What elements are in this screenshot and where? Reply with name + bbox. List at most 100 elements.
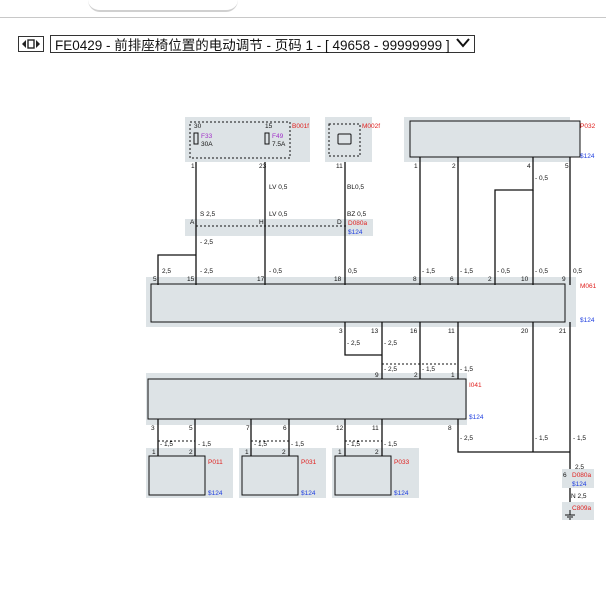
p011-ref: $124 bbox=[208, 490, 223, 497]
wire-label-m061-17: - 0,5 bbox=[269, 268, 282, 275]
wire-label-p011-1: - 1,5 bbox=[160, 441, 173, 448]
wire-label-lv-top: LV 0,5 bbox=[269, 184, 288, 191]
m061-pin-9: 9 bbox=[562, 276, 566, 283]
d080a-pin-d: D bbox=[337, 219, 342, 226]
p032-pin-5: 5 bbox=[565, 163, 569, 170]
m061-pin-20: 20 bbox=[521, 328, 529, 335]
p031-pin-1: 1 bbox=[245, 449, 249, 456]
wire-label-m061-2: - 0,5 bbox=[497, 268, 510, 275]
wire-label-bz: BZ 0,5 bbox=[347, 211, 367, 218]
m061-pin-10: 10 bbox=[521, 276, 529, 283]
b001f-fuse2-pin: 15 bbox=[265, 123, 273, 130]
p031-frame bbox=[241, 455, 299, 496]
m061-pin-5: 5 bbox=[153, 276, 157, 283]
c809a-label: C809a bbox=[572, 505, 592, 512]
i041-pin-8: 8 bbox=[448, 425, 452, 432]
p011-label: P011 bbox=[208, 459, 223, 466]
p031-pin-2: 2 bbox=[282, 449, 286, 456]
wire-label-p033-1: - 1,5 bbox=[347, 441, 360, 448]
p033-ref: $124 bbox=[394, 490, 409, 497]
b001f-pin-1: 1 bbox=[191, 163, 195, 170]
wire-label-m061-5: 2,5 bbox=[162, 268, 171, 275]
wire-label-m061-3: - 2,5 bbox=[347, 340, 360, 347]
i041-pin-3: 3 bbox=[151, 425, 155, 432]
wire-label-n25: N 2,5 bbox=[571, 493, 587, 500]
p032-label: P032 bbox=[580, 123, 596, 130]
m002f-label: M002f bbox=[362, 123, 380, 130]
b001f-fuse1-pin: 30 bbox=[194, 123, 202, 130]
wire-label-m061-10: - 0,5 bbox=[535, 268, 548, 275]
d080a-ground-label: D080a bbox=[572, 472, 592, 479]
d080a-pin-h: H bbox=[259, 219, 264, 226]
wire-label-m061-18: 0,5 bbox=[348, 268, 357, 275]
wire-label-i041-9: - 2,5 bbox=[384, 366, 397, 373]
d080a-label: D080a bbox=[348, 220, 368, 227]
i041-ref: $124 bbox=[469, 414, 484, 421]
wire-label-s25: S 2,5 bbox=[200, 211, 216, 218]
p032-pin-4: 4 bbox=[527, 163, 531, 170]
i041-pin-11: 11 bbox=[372, 425, 379, 432]
m061-pin-11: 11 bbox=[448, 328, 455, 335]
i041-label: I041 bbox=[469, 382, 482, 389]
p031-ref: $124 bbox=[301, 490, 316, 497]
m061-pin-21: 21 bbox=[559, 328, 567, 335]
i041-pin-5: 5 bbox=[189, 425, 193, 432]
wire-label-m061-6: - 1,5 bbox=[460, 268, 473, 275]
wire-label-i041-1: - 1,5 bbox=[460, 366, 473, 373]
m061-pin-2: 2 bbox=[488, 276, 492, 283]
wire-label-m061-21: - 1,5 bbox=[573, 435, 586, 442]
i041-pin-1: 1 bbox=[451, 372, 455, 379]
wire-label-i041-2: - 1,5 bbox=[422, 366, 435, 373]
i041-pin-7: 7 bbox=[246, 425, 250, 432]
i041-frame bbox=[147, 378, 467, 420]
wire-label-p033-2: - 1,5 bbox=[384, 441, 397, 448]
m061-pin-16: 16 bbox=[410, 328, 418, 335]
b001f-label: B001f bbox=[292, 123, 309, 130]
wire-label-25-a: - 2,5 bbox=[200, 239, 213, 246]
wire-label-bl: BL0,5 bbox=[347, 184, 364, 191]
d080a-ground-ref: $124 bbox=[572, 481, 587, 488]
p031-label: P031 bbox=[301, 459, 317, 466]
d080a-ref: $124 bbox=[348, 229, 363, 236]
m061-label: M061 bbox=[580, 283, 597, 290]
p033-pin-2: 2 bbox=[375, 449, 379, 456]
p032-pin-2: 2 bbox=[452, 163, 456, 170]
p032-pin-1: 1 bbox=[414, 163, 418, 170]
m061-pin-17: 17 bbox=[257, 276, 265, 283]
m061-frame bbox=[150, 283, 566, 323]
m061-pin-3: 3 bbox=[339, 328, 343, 335]
i041-pin-6: 6 bbox=[283, 425, 287, 432]
p011-pin-1: 1 bbox=[152, 449, 156, 456]
fuse-f49-id: F49 bbox=[272, 133, 284, 140]
wire-label-m061-15: - 2,5 bbox=[200, 268, 213, 275]
m061-pin-15: 15 bbox=[187, 276, 195, 283]
wire-label-m061-13: - 2,5 bbox=[384, 340, 397, 347]
m002f-pin-11: 11 bbox=[336, 163, 343, 170]
p033-label: P033 bbox=[394, 459, 410, 466]
wire-label-p011-2: - 1,5 bbox=[198, 441, 211, 448]
fuse-f33-rating: 30A bbox=[201, 141, 213, 148]
m061-ref: $124 bbox=[580, 317, 595, 324]
p033-frame bbox=[334, 455, 392, 496]
wire-label-m061-20: - 1,5 bbox=[535, 435, 548, 442]
m061-pin-13: 13 bbox=[371, 328, 379, 335]
wiring-diagram: B001f 30 F33 30A 15 F49 7.5A 1 23 M002f … bbox=[146, 117, 597, 520]
d080a-ground-pin: 6 bbox=[563, 472, 567, 479]
i041-pin-2: 2 bbox=[414, 372, 418, 379]
wire-label-p031-1: - 1,5 bbox=[254, 441, 267, 448]
p033-pin-1: 1 bbox=[338, 449, 342, 456]
p032-frame bbox=[409, 120, 581, 158]
p032-ref: $124 bbox=[580, 153, 595, 160]
i041-pin-9: 9 bbox=[375, 372, 379, 379]
fuse-f49-rating: 7.5A bbox=[272, 141, 286, 148]
d080a-pin-a: A bbox=[190, 219, 195, 226]
wire-label-lv-bottom: LV 0,5 bbox=[269, 211, 288, 218]
fuse-f33-id: F33 bbox=[201, 133, 213, 140]
wire-label-i041-8: - 2,5 bbox=[460, 435, 473, 442]
p011-frame bbox=[148, 455, 206, 496]
wire-label-p032-05: - 0,5 bbox=[535, 175, 548, 182]
m061-pin-6: 6 bbox=[450, 276, 454, 283]
wire-label-m061-8: - 1,5 bbox=[422, 268, 435, 275]
m061-pin-18: 18 bbox=[334, 276, 342, 283]
wire-label-p031-2: - 1,5 bbox=[291, 441, 304, 448]
